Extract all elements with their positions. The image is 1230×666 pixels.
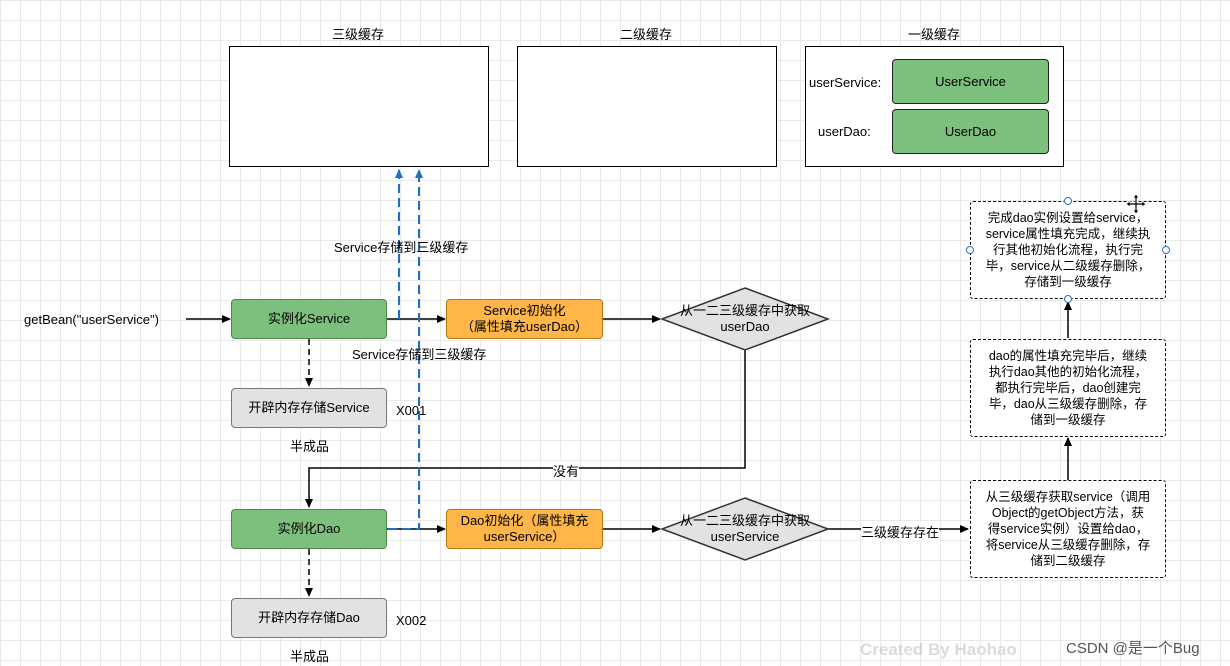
note3-line: 行其他初始化流程，执行完 <box>992 243 1143 257</box>
note3-line: 毕，service从二级缓存删除， <box>985 259 1151 273</box>
service-address-label: X001 <box>396 403 427 418</box>
entry-label: getBean("userService") <box>24 312 159 327</box>
dao-memory-node: 开辟内存存储Dao <box>231 598 387 638</box>
instantiate-dao-node: 实例化Dao <box>231 509 387 549</box>
resize-handle-bottom[interactable] <box>1064 295 1072 303</box>
service-memory-node: 开辟内存存储Service <box>231 388 387 428</box>
resize-handle-top[interactable] <box>1064 197 1072 205</box>
note2-line: 都执行完毕后，dao创建完 <box>995 381 1141 395</box>
dao-init-line1: Dao初始化（属性填充 <box>460 513 589 528</box>
dao-init-node: Dao初始化（属性填充 userService） <box>446 509 603 549</box>
instantiate-service-node: 实例化Service <box>231 299 387 339</box>
note-get-service-from-l3: 从三级缓存获取service（调用 Object的getObject方法，获 得… <box>970 480 1166 578</box>
note3-line: service属性填充完成，继续执 <box>985 227 1151 241</box>
note2-line: dao的属性填充完毕后，继续 <box>988 349 1148 363</box>
note1-line: 将service从三级缓存删除，存 <box>985 538 1151 552</box>
resize-handle-right[interactable] <box>1162 246 1170 254</box>
note1-line: 从三级缓存获取service（调用 <box>985 490 1151 504</box>
note1-line: 储到二级缓存 <box>1030 554 1106 568</box>
note2-line: 毕，dao从三级缓存删除，存 <box>988 397 1148 411</box>
diamond-get-service-line1: 从一二三级缓存中获取 <box>679 513 810 528</box>
resize-handle-left[interactable] <box>966 246 974 254</box>
store-service-l3-label-b: Service存储到三级缓存 <box>352 347 487 362</box>
diamond-get-service-text: 从一二三级缓存中获取 userService <box>665 513 825 545</box>
csdn-credit: CSDN @是一个Bug <box>1066 640 1200 657</box>
diamond-get-dao-text: 从一二三级缓存中获取 userDao <box>665 303 825 335</box>
service-half-label: 半成品 <box>290 439 330 454</box>
arrow-none-to-dao <box>305 350 746 508</box>
dao-half-label: 半成品 <box>290 649 330 664</box>
note3-line: 存储到一级缓存 <box>1024 275 1112 289</box>
service-init-line1: Service初始化 <box>483 303 566 318</box>
note1-line: Object的getObject方法，获 <box>991 506 1145 520</box>
dao-init-line2: userService） <box>483 529 566 544</box>
service-init-node: Service初始化 （属性填充userDao） <box>446 299 603 339</box>
diamond-get-dao-line2: userDao <box>720 319 770 334</box>
diamond-get-dao-line1: 从一二三级缓存中获取 <box>679 303 810 318</box>
note2-line: 执行dao其他的初始化流程， <box>988 365 1148 379</box>
diamond-get-service-line2: userService <box>710 529 780 544</box>
note-service-complete[interactable]: 完成dao实例设置给service， service属性填充完成，继续执 行其他… <box>970 201 1166 299</box>
note-dao-complete: dao的属性填充完毕后，继续 执行dao其他的初始化流程， 都执行完毕后，dao… <box>970 339 1166 437</box>
note1-line: 得service实例）设置给dao， <box>987 522 1149 536</box>
watermark-text: Created By Haohao <box>860 640 1017 659</box>
exists-label: 三级缓存存在 <box>861 522 940 541</box>
note2-line: 储到一级缓存 <box>1030 413 1106 427</box>
none-label: 没有 <box>553 461 580 480</box>
store-service-l3-label-a: Service存储到三级缓存 <box>334 240 469 255</box>
move-cursor-icon <box>1125 193 1147 215</box>
dao-address-label: X002 <box>396 613 427 628</box>
service-init-line2: （属性填充userDao） <box>460 319 589 334</box>
